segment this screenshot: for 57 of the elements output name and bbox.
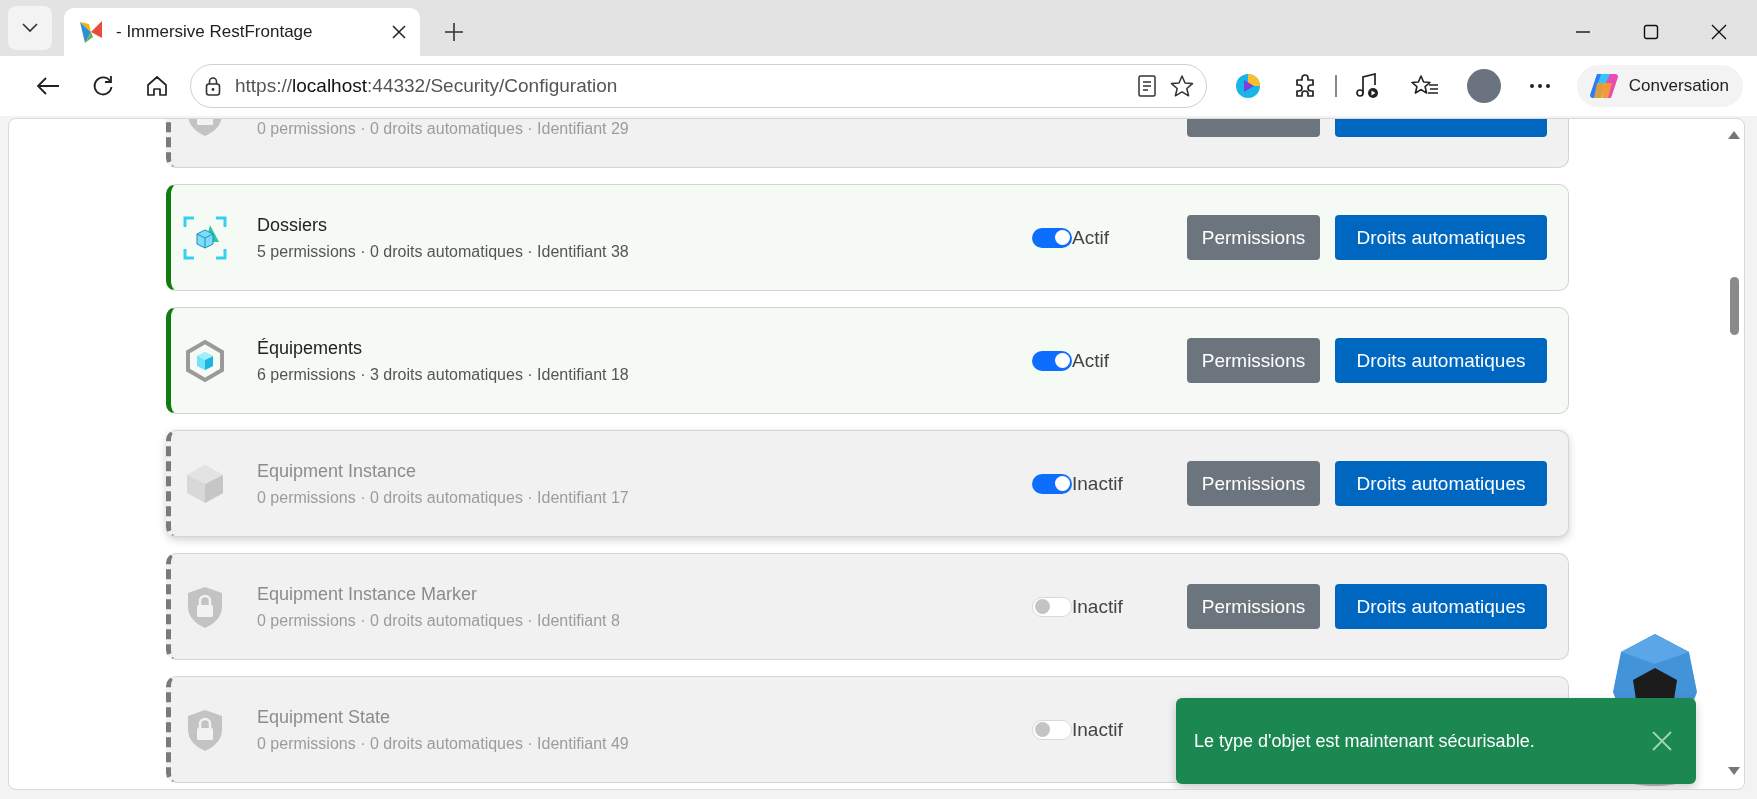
hexagon-cube-icon <box>183 338 227 383</box>
close-icon[interactable] <box>1652 731 1672 751</box>
card-subtitle: 5 permissions · 0 droits automatiques · Identifiant 38 <box>257 242 630 261</box>
card-subtitle: 0 permissions · 0 droits automatiques · Identifiant 8 <box>257 611 621 630</box>
automatic-rights-button[interactable]: Droits automatiques <box>1335 461 1547 506</box>
card-subtitle: 0 permissions · 0 droits automatiques · Identifiant 49 <box>257 734 630 753</box>
status-label: Inactif <box>1072 595 1123 618</box>
card-title: Equipment Instance <box>257 460 418 482</box>
music-icon[interactable] <box>1354 73 1379 99</box>
reader-view-icon[interactable] <box>1138 75 1157 97</box>
refresh-icon[interactable] <box>92 75 114 97</box>
maximize-icon[interactable] <box>1643 24 1659 40</box>
toast-message: Le type d'objet est maintenant sécurisable. <box>1194 730 1536 752</box>
status-label: Actif <box>1072 349 1109 372</box>
browser-tab[interactable]: - Immersive RestFrontage <box>64 8 420 56</box>
card-subtitle: 6 permissions · 3 droits automatiques · Identifiant 18 <box>257 365 630 384</box>
app-logo-icon <box>78 19 104 45</box>
card-title: Equipment State <box>257 706 392 728</box>
close-window-icon[interactable] <box>1711 24 1727 40</box>
scroll-down-icon[interactable] <box>1728 767 1740 775</box>
close-tab-icon[interactable] <box>392 25 406 39</box>
toggle-switch[interactable] <box>1032 719 1072 740</box>
status-label: Actif <box>1072 226 1109 249</box>
scroll-up-icon[interactable] <box>1728 131 1740 139</box>
toggle-switch[interactable] <box>1032 350 1072 371</box>
status-label: Inactif <box>1072 718 1123 741</box>
status-label: Inactif <box>1072 472 1123 495</box>
star-icon[interactable] <box>1170 74 1195 98</box>
copilot-button[interactable]: Conversation <box>1576 65 1743 107</box>
chevron-down-icon <box>22 23 38 33</box>
automatic-rights-button[interactable]: Droits automatiques <box>1335 215 1547 260</box>
profile-avatar[interactable] <box>1466 69 1501 103</box>
toggle-switch[interactable] <box>1032 473 1072 494</box>
card-title: Dossiers <box>257 214 328 236</box>
card-title: Équipements <box>257 337 364 359</box>
toggle-switch[interactable] <box>1032 227 1072 248</box>
home-icon[interactable] <box>146 75 168 97</box>
card-subtitle: 0 permissions · 0 droits automatiques · Identifiant 17 <box>257 488 630 507</box>
permissions-button[interactable]: Permissions <box>1187 584 1320 629</box>
permissions-button[interactable]: Permissions <box>1187 338 1320 383</box>
cube-scan-icon <box>183 215 227 260</box>
lock-icon <box>205 76 221 96</box>
copilot-logo-icon <box>1588 71 1619 101</box>
card-title: Equipment Instance Marker <box>257 583 479 605</box>
automatic-rights-button[interactable]: Droits automatiques <box>1335 338 1547 383</box>
back-icon[interactable] <box>36 76 60 96</box>
new-tab-icon[interactable] <box>444 22 464 42</box>
url-text: https://localhost:44332/Security/Configuration <box>235 75 618 97</box>
permissions-button[interactable]: Permissions <box>1187 461 1320 506</box>
colorful-circle-icon[interactable] <box>1235 73 1262 99</box>
permissions-button[interactable]: Permissions <box>1187 215 1320 260</box>
scrollbar-thumb[interactable] <box>1729 277 1739 335</box>
more-icon[interactable] <box>1528 83 1551 89</box>
toggle-switch[interactable] <box>1032 596 1072 617</box>
automatic-rights-button[interactable]: Droits automatiques <box>1335 584 1547 629</box>
tab-list-button[interactable] <box>8 6 52 50</box>
card-subtitle: 0 permissions · 0 droits automatiques · Identifiant 29 <box>257 119 630 138</box>
